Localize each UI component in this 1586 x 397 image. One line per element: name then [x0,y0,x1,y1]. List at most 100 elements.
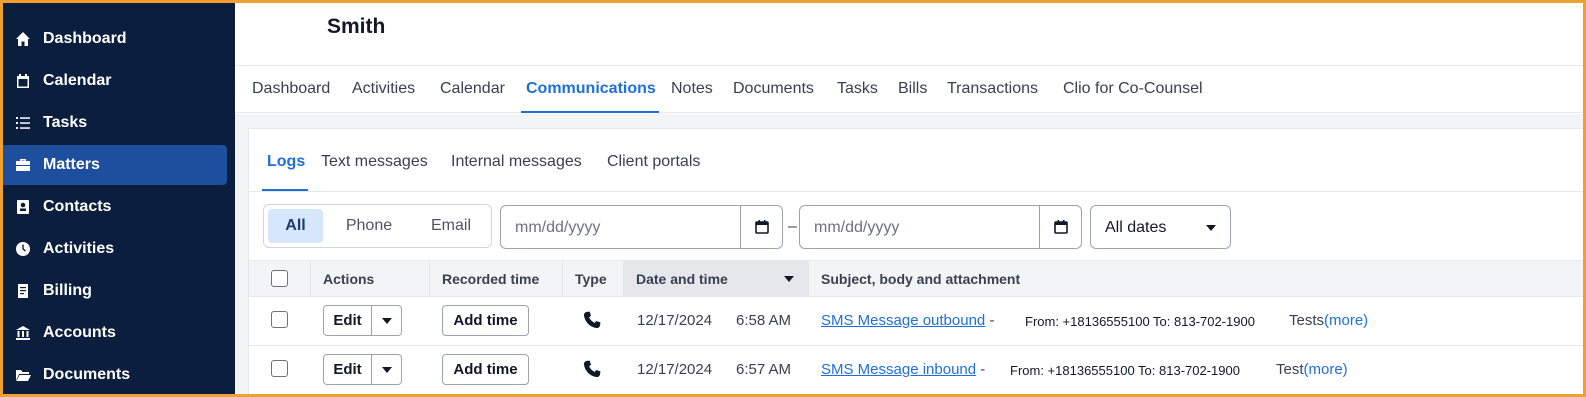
sidebar-item-label: Activities [43,240,115,257]
sidebar-item-billing[interactable]: Billing [3,271,227,311]
sidebar-item-documents[interactable]: Documents [3,355,227,394]
tab-documents[interactable]: Documents [733,80,814,98]
column-header-type[interactable]: Type [563,261,624,297]
tab-calendar[interactable]: Calendar [440,80,505,98]
matter-tabs: Dashboard Activities Calendar Communicat… [235,65,1583,113]
column-header-subject[interactable]: Subject, body and attachment [809,261,1569,297]
folder-icon [3,367,43,383]
sidebar-item-label: Calendar [43,72,112,89]
edit-button[interactable]: Edit [324,355,372,384]
clock-icon [3,241,43,257]
subject-separator: - [976,361,986,378]
sidebar-item-accounts[interactable]: Accounts [3,313,227,353]
calendar-icon[interactable] [1039,206,1081,248]
tab-internal-messages[interactable]: Internal messages [451,153,582,171]
tab-logs[interactable]: Logs [267,153,305,171]
chevron-down-icon [381,317,392,324]
bank-icon [3,325,43,341]
row-subject: SMS Message outbound - [821,312,994,329]
tab-text-messages[interactable]: Text messages [321,153,428,171]
column-header-recorded-time[interactable]: Recorded time [430,261,563,297]
select-all-checkbox[interactable] [271,270,288,287]
divider [249,191,1583,192]
subject-link[interactable]: SMS Message inbound [821,361,976,378]
list-icon [3,115,43,131]
date-range-separator: – [788,218,797,235]
sidebar-item-tasks[interactable]: Tasks [3,103,227,143]
tab-client-portals[interactable]: Client portals [607,153,700,171]
filter-all-button[interactable]: All [268,209,323,243]
contact-card-icon [3,199,43,215]
date-from-placeholder: mm/dd/yyyy [515,219,601,236]
screenshot-frame: Dashboard Calendar Tasks Matters Contact… [0,0,1586,397]
main-content: Smith Dashboard Activities Calendar Comm… [235,3,1583,394]
row-date: 12/17/2024 [637,312,713,329]
sidebar-item-dashboard[interactable]: Dashboard [3,19,227,59]
chevron-down-icon [1206,225,1216,231]
sidebar-item-calendar[interactable]: Calendar [3,61,227,101]
date-range-select-value: All dates [1105,219,1167,236]
active-tab-indicator [521,111,659,113]
tab-bills[interactable]: Bills [898,80,927,98]
edit-button-group: Edit [323,305,402,336]
column-header-actions: Actions [311,261,430,297]
date-range-select[interactable]: All dates [1090,205,1231,249]
filter-email-button[interactable]: Email [416,209,486,243]
date-from-field[interactable]: mm/dd/yyyy [500,205,783,249]
tab-communications[interactable]: Communications [526,80,656,98]
row-checkbox[interactable] [271,360,288,377]
edit-dropdown-button[interactable] [372,355,401,384]
table-header: Actions Recorded time Type Date and time… [249,260,1583,297]
row-body: Tests(more) [1289,312,1368,329]
tab-clio-for-co-counsel[interactable]: Clio for Co-Counsel [1063,80,1203,98]
sidebar: Dashboard Calendar Tasks Matters Contact… [3,3,235,394]
table-row: Edit Add time 12/17/2024 6:58 AM SMS Mes… [249,297,1583,346]
subject-separator: - [985,312,995,329]
subject-link[interactable]: SMS Message outbound [821,312,985,329]
sidebar-item-label: Dashboard [43,30,127,47]
type-filter: All Phone Email [263,204,492,248]
sidebar-item-contacts[interactable]: Contacts [3,187,227,227]
add-time-button[interactable]: Add time [442,354,529,385]
date-to-field[interactable]: mm/dd/yyyy [799,205,1082,249]
receipt-icon [3,283,43,299]
tab-tasks[interactable]: Tasks [837,80,878,98]
sidebar-item-matters[interactable]: Matters [3,145,227,185]
phone-icon [583,360,601,378]
edit-button-group: Edit [323,354,402,385]
calendar-icon [3,73,43,89]
communications-panel: Logs Text messages Internal messages Cli… [248,128,1583,394]
row-body: Test(more) [1276,361,1348,378]
table-row: Edit Add time 12/17/2024 6:57 AM SMS Mes… [249,346,1583,394]
row-body-text: Tests [1289,312,1325,329]
row-time: 6:58 AM [736,312,792,329]
more-link[interactable]: (more) [1304,361,1348,378]
tab-dashboard[interactable]: Dashboard [252,80,330,98]
row-date: 12/17/2024 [637,361,713,378]
row-details: From: +18136555100 To: 813-702-1900 [1010,363,1240,378]
sidebar-item-activities[interactable]: Activities [3,229,227,269]
filter-phone-button[interactable]: Phone [334,209,404,243]
row-time: 6:57 AM [736,361,792,378]
briefcase-icon [3,157,43,173]
edit-button[interactable]: Edit [324,306,372,335]
calendar-icon[interactable] [740,206,782,248]
column-header-date-and-time[interactable]: Date and time [624,261,809,297]
more-link[interactable]: (more) [1324,312,1368,329]
sidebar-item-label: Accounts [43,324,116,341]
tab-notes[interactable]: Notes [671,80,713,98]
home-icon [3,31,43,47]
chevron-down-icon [381,366,392,373]
column-header-label: Date and time [636,271,728,287]
header-select-cell [249,261,311,297]
tab-activities[interactable]: Activities [352,80,415,98]
add-time-button[interactable]: Add time [442,305,529,336]
tab-transactions[interactable]: Transactions [947,80,1038,98]
row-details: From: +18136555100 To: 813-702-1900 [1025,314,1255,329]
edit-dropdown-button[interactable] [372,306,401,335]
sidebar-item-label: Matters [43,156,100,173]
row-checkbox[interactable] [271,311,288,328]
sidebar-item-label: Billing [43,282,92,299]
row-subject: SMS Message inbound - [821,361,985,378]
date-to-placeholder: mm/dd/yyyy [814,219,900,236]
